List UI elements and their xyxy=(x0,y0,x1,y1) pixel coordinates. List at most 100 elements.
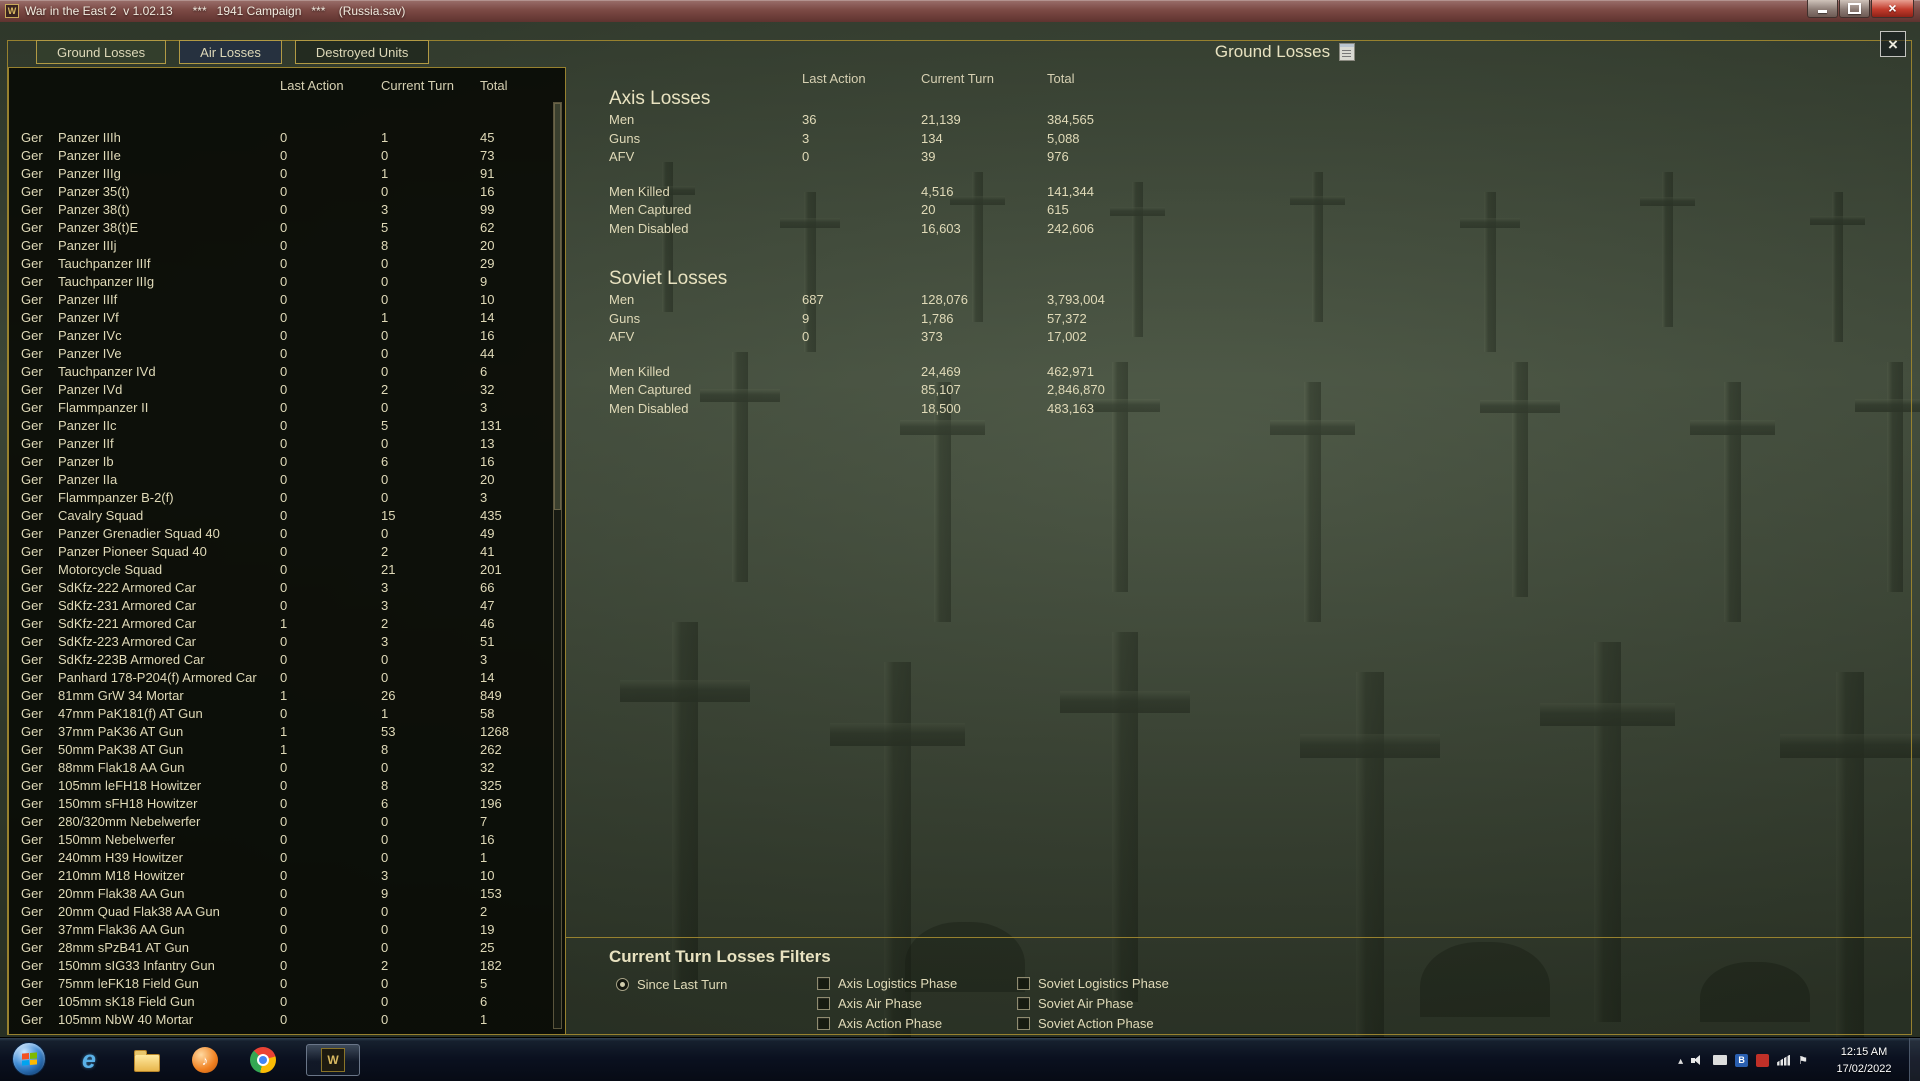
action-center-icon[interactable] xyxy=(1798,1051,1808,1069)
table-row[interactable]: Ger 105mm leFH18 Howitzer 0 8 325 xyxy=(9,777,552,795)
taskbar-clock[interactable]: 12:15 AM 17/02/2022 xyxy=(1824,1044,1904,1077)
table-row[interactable]: Ger 88mm Flak18 AA Gun 0 0 32 xyxy=(9,759,552,777)
report-icon[interactable] xyxy=(1339,43,1356,61)
table-row[interactable]: Ger 37mm Flak36 AA Gun 0 0 19 xyxy=(9,921,552,939)
minimize-button[interactable] xyxy=(1807,0,1838,18)
table-row[interactable]: Ger Panzer IVf 0 1 14 xyxy=(9,309,552,327)
filter-checkbox-label: Axis Logistics Phase xyxy=(838,976,958,991)
table-row[interactable]: Ger 105mm sK18 Field Gun 0 0 6 xyxy=(9,993,552,1011)
table-row[interactable]: Ger 47mm PaK181(f) AT Gun 0 1 58 xyxy=(9,705,552,723)
table-row[interactable]: Ger Panzer IVd 0 2 32 xyxy=(9,381,552,399)
window-title: War in the East 2 v 1.02.13 *** 1941 Cam… xyxy=(25,4,406,18)
radio-label: Since Last Turn xyxy=(637,977,728,992)
checkbox-icon[interactable] xyxy=(817,1017,830,1030)
table-row[interactable]: Ger Tauchpanzer IIIg 0 0 9 xyxy=(9,273,552,291)
start-button[interactable] xyxy=(12,1042,46,1076)
table-scrollbar[interactable] xyxy=(553,102,562,1029)
filter-option[interactable]: Soviet Action Phase xyxy=(1017,1016,1169,1031)
checkbox-icon[interactable] xyxy=(1017,997,1030,1010)
volume-icon[interactable] xyxy=(1691,1054,1705,1067)
table-row[interactable]: Ger Panzer IIf 0 0 13 xyxy=(9,435,552,453)
table-row[interactable]: Ger Motorcycle Squad 0 21 201 xyxy=(9,561,552,579)
show-desktop-button[interactable] xyxy=(1909,1038,1920,1081)
game-taskbar-button[interactable] xyxy=(306,1044,360,1076)
column-total: Total xyxy=(1047,71,1075,86)
tab-destroyed-units[interactable]: Destroyed Units xyxy=(294,40,430,64)
filter-checkbox-label: Soviet Action Phase xyxy=(1038,1016,1154,1031)
table-row[interactable]: Ger Panzer IIIj 0 8 20 xyxy=(9,237,552,255)
table-row[interactable]: Ger SdKfz-222 Armored Car 0 3 66 xyxy=(9,579,552,597)
table-row[interactable]: Ger Panzer Grenadier Squad 40 0 0 49 xyxy=(9,525,552,543)
summary-row: Men Killed 4,516 141,344 xyxy=(609,183,1094,199)
table-row[interactable]: Ger Panzer IVe 0 0 44 xyxy=(9,345,552,363)
table-row[interactable]: Ger 280/320mm Nebelwerfer 0 0 7 xyxy=(9,813,552,831)
since-last-turn-option[interactable]: Since Last Turn xyxy=(616,977,727,992)
table-row[interactable]: Ger 240mm H39 Howitzer 0 0 1 xyxy=(9,849,552,867)
table-row[interactable]: Ger Panhard 178-P204(f) Armored Car 0 0 14 xyxy=(9,669,552,687)
table-row[interactable]: Ger 150mm Nebelwerfer 0 0 16 xyxy=(9,831,552,849)
table-row[interactable]: Ger 37mm PaK36 AT Gun 1 53 1268 xyxy=(9,723,552,741)
table-row[interactable]: Ger Panzer 38(t) 0 3 99 xyxy=(9,201,552,219)
table-row[interactable]: Ger Flammpanzer II 0 0 3 xyxy=(9,399,552,417)
internet-explorer-button[interactable] xyxy=(74,1044,104,1076)
internet-explorer-icon xyxy=(82,1046,96,1075)
antivirus-tray-icon[interactable] xyxy=(1735,1053,1749,1067)
table-row[interactable]: Ger Panzer IVc 0 0 16 xyxy=(9,327,552,345)
table-row[interactable]: Ger 20mm Flak38 AA Gun 0 9 153 xyxy=(9,885,552,903)
table-row[interactable]: Ger Panzer Ib 0 6 16 xyxy=(9,453,552,471)
table-row[interactable]: Ger Panzer IIIe 0 0 73 xyxy=(9,147,552,165)
table-row[interactable]: Ger Panzer IIa 0 0 20 xyxy=(9,471,552,489)
keyboard-icon[interactable] xyxy=(1713,1055,1728,1065)
table-row[interactable]: Ger Panzer IIIf 0 0 10 xyxy=(9,291,552,309)
maximize-button[interactable] xyxy=(1839,0,1870,18)
table-row[interactable]: Ger 50mm PaK38 AT Gun 1 8 262 xyxy=(9,741,552,759)
table-row[interactable]: Ger Panzer IIIg 0 1 91 xyxy=(9,165,552,183)
network-icon[interactable] xyxy=(1777,1054,1791,1066)
table-header: Last Action Current Turn Total xyxy=(9,78,565,93)
hidden-icons-chevron[interactable] xyxy=(1678,1051,1683,1069)
filter-option[interactable]: Axis Logistics Phase xyxy=(817,976,958,991)
table-row[interactable]: Ger 81mm GrW 34 Mortar 1 26 849 xyxy=(9,687,552,705)
filter-option[interactable]: Soviet Logistics Phase xyxy=(1017,976,1169,991)
table-row[interactable]: Ger 150mm sIG33 Infantry Gun 0 2 182 xyxy=(9,957,552,975)
media-player-button[interactable] xyxy=(190,1044,220,1076)
table-row[interactable]: Ger Panzer Pioneer Squad 40 0 2 41 xyxy=(9,543,552,561)
table-row[interactable]: Ger SdKfz-223B Armored Car 0 0 3 xyxy=(9,651,552,669)
table-row[interactable]: Ger SdKfz-223 Armored Car 0 3 51 xyxy=(9,633,552,651)
scrollbar-thumb[interactable] xyxy=(554,103,561,510)
table-row[interactable]: Ger Panzer 35(t) 0 0 16 xyxy=(9,183,552,201)
close-screen-button[interactable] xyxy=(1880,31,1906,57)
checkbox-icon[interactable] xyxy=(1017,1017,1030,1030)
game-window: Ground Losses Air Losses Destroyed Units… xyxy=(0,22,1920,1037)
table-row[interactable]: Ger 28mm sPzB41 AT Gun 0 0 25 xyxy=(9,939,552,957)
table-row[interactable]: Ger SdKfz-231 Armored Car 0 3 47 xyxy=(9,597,552,615)
window-titlebar: War in the East 2 v 1.02.13 *** 1941 Cam… xyxy=(0,0,1920,22)
taskbar-apps xyxy=(74,1043,360,1077)
app-tray-icon[interactable] xyxy=(1756,1053,1770,1067)
table-row[interactable]: Ger Tauchpanzer IIIf 0 0 29 xyxy=(9,255,552,273)
close-window-button[interactable] xyxy=(1871,0,1914,18)
checkbox-icon[interactable] xyxy=(817,977,830,990)
table-row[interactable]: Ger 210mm M18 Howitzer 0 3 10 xyxy=(9,867,552,885)
table-row[interactable]: Ger Cavalry Squad 0 15 435 xyxy=(9,507,552,525)
filter-option[interactable]: Axis Action Phase xyxy=(817,1016,957,1031)
table-row[interactable]: Ger 20mm Quad Flak38 AA Gun 0 0 2 xyxy=(9,903,552,921)
table-row[interactable]: Ger Panzer 38(t)E 0 5 62 xyxy=(9,219,552,237)
table-row[interactable]: Ger 75mm leFK18 Field Gun 0 0 5 xyxy=(9,975,552,993)
tab-air-losses[interactable]: Air Losses xyxy=(179,40,282,64)
tab-ground-losses[interactable]: Ground Losses xyxy=(36,40,167,64)
file-explorer-button[interactable] xyxy=(132,1044,162,1076)
checkbox-icon[interactable] xyxy=(1017,977,1030,990)
chrome-button[interactable] xyxy=(248,1044,278,1076)
radio-icon[interactable] xyxy=(616,978,629,991)
table-row[interactable]: Ger 150mm sFH18 Howitzer 0 6 196 xyxy=(9,795,552,813)
table-row[interactable]: Ger 105mm NbW 40 Mortar 0 0 1 xyxy=(9,1011,552,1029)
table-row[interactable]: Ger Flammpanzer B-2(f) 0 0 3 xyxy=(9,489,552,507)
table-row[interactable]: Ger Tauchpanzer IVd 0 0 6 xyxy=(9,363,552,381)
filter-option[interactable]: Axis Air Phase xyxy=(817,996,957,1011)
table-row[interactable]: Ger Panzer IIIh 0 1 45 xyxy=(9,129,552,147)
table-row[interactable]: Ger Panzer IIc 0 5 131 xyxy=(9,417,552,435)
table-row[interactable]: Ger SdKfz-221 Armored Car 1 2 46 xyxy=(9,615,552,633)
checkbox-icon[interactable] xyxy=(817,997,830,1010)
filter-option[interactable]: Soviet Air Phase xyxy=(1017,996,1169,1011)
